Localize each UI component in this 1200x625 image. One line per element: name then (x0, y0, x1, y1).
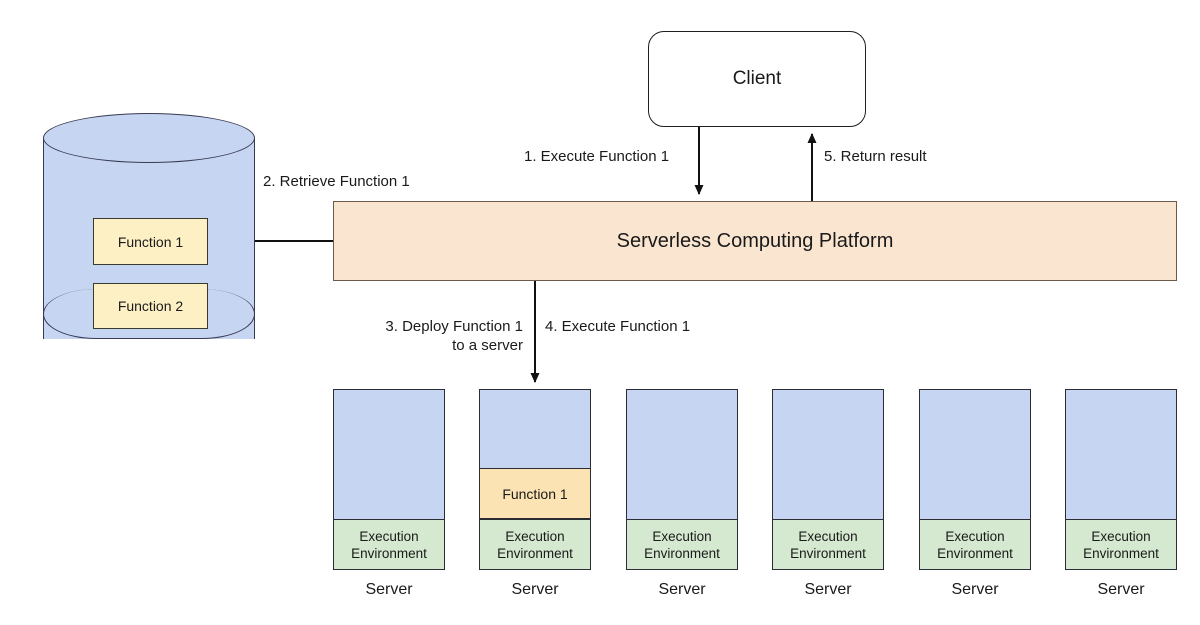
step-2-label: 2. Retrieve Function 1 (263, 173, 410, 190)
server-node-4[interactable]: Execution Environment (772, 389, 884, 570)
function-store-database[interactable]: Function 1 Function 2 (43, 113, 255, 364)
database-function-1-chip[interactable]: Function 1 (93, 218, 208, 265)
server-caption-2: Server (511, 581, 559, 598)
server-node-1[interactable]: Execution Environment (333, 389, 445, 570)
execution-environment-1-line1: Execution (359, 528, 419, 544)
execution-environment-1: Execution Environment (334, 519, 444, 569)
server-2-function-band[interactable]: Function 1 (480, 468, 590, 519)
execution-environment-2-line1: Execution (505, 528, 565, 544)
execution-environment-2-line2: Environment (497, 545, 573, 561)
execution-environment-4-line1: Execution (798, 528, 858, 544)
server-caption-6: Server (1097, 581, 1145, 598)
execution-environment-1-line2: Environment (351, 545, 427, 561)
step-5-label: 5. Return result (824, 148, 927, 165)
server-caption-3: Server (658, 581, 706, 598)
client-label: Client (732, 68, 782, 89)
step-1-label: 1. Execute Function 1 (524, 148, 670, 165)
serverless-platform-label: Serverless Computing Platform (616, 229, 894, 252)
server-node-2[interactable]: Function 1 Execution Environment (479, 389, 591, 570)
execution-environment-3-line1: Execution (652, 528, 712, 544)
server-node-6[interactable]: Execution Environment (1065, 389, 1177, 570)
database-top-ellipse (43, 113, 255, 163)
execution-environment-6-line2: Environment (1083, 545, 1159, 561)
database-function-1-label: Function 1 (117, 233, 184, 250)
server-node-5[interactable]: Execution Environment (919, 389, 1031, 570)
server-node-3[interactable]: Execution Environment (626, 389, 738, 570)
execution-environment-6-line1: Execution (1091, 528, 1151, 544)
server-caption-5: Server (951, 581, 999, 598)
execution-environment-3-line2: Environment (644, 545, 720, 561)
step-4-label: 4. Execute Function 1 (545, 318, 691, 335)
client-node[interactable]: Client (648, 31, 866, 127)
execution-environment-5-line2: Environment (937, 545, 1013, 561)
server-caption-1: Server (365, 581, 413, 598)
step-3-label: 3. Deploy Function 1 to a server (385, 318, 523, 354)
execution-environment-5-line1: Execution (945, 528, 1005, 544)
execution-environment-2: Execution Environment (480, 519, 590, 569)
database-function-2-chip[interactable]: Function 2 (93, 283, 208, 329)
execution-environment-4: Execution Environment (773, 519, 883, 569)
database-function-2-label: Function 2 (117, 298, 184, 314)
execution-environment-5: Execution Environment (920, 519, 1030, 569)
execution-environment-6: Execution Environment (1066, 519, 1176, 569)
execution-environment-3: Execution Environment (627, 519, 737, 569)
serverless-platform-node[interactable]: Serverless Computing Platform (333, 201, 1177, 281)
server-2-function-label: Function 1 (502, 485, 568, 502)
server-caption-4: Server (804, 581, 852, 598)
execution-environment-4-line2: Environment (790, 545, 866, 561)
